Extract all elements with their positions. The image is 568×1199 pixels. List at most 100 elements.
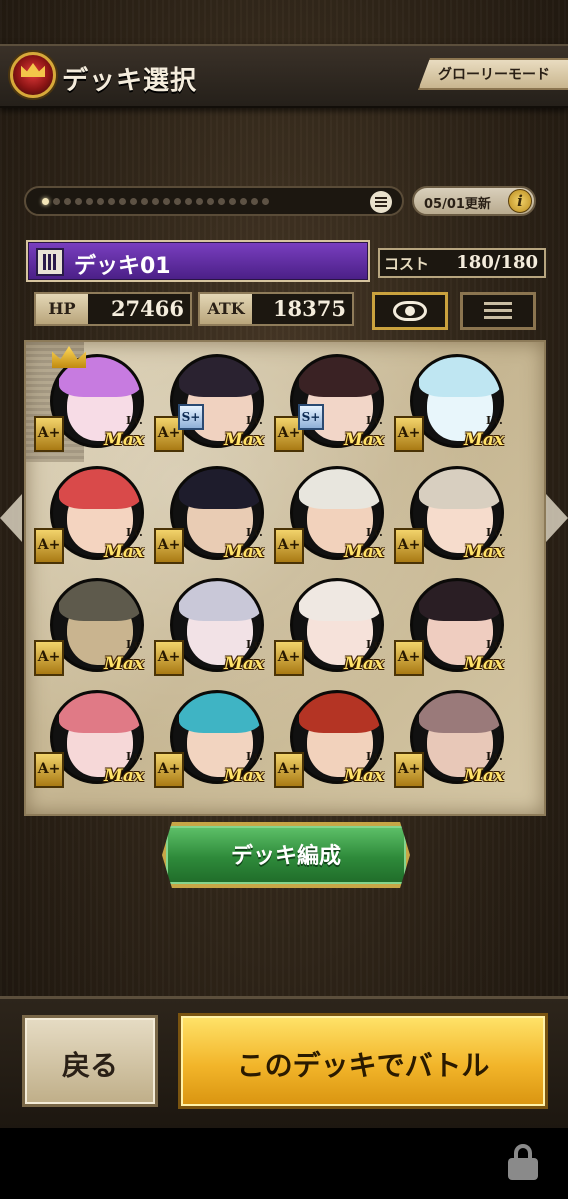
level-max-label: Max bbox=[464, 654, 504, 674]
level-max-label: Max bbox=[224, 766, 264, 786]
deck-card[interactable]: A+ Lv. Max bbox=[32, 684, 150, 794]
view-detail-button[interactable] bbox=[372, 292, 448, 330]
deck-card[interactable]: A+ Lv. Max bbox=[392, 348, 510, 458]
deck-name-bar[interactable]: デッキ01 bbox=[26, 240, 370, 282]
level-max-label: Max bbox=[344, 766, 384, 786]
page-dot bbox=[218, 198, 225, 205]
page-dot bbox=[251, 198, 258, 205]
atk-label: ATK bbox=[200, 294, 252, 324]
page-dot bbox=[108, 198, 115, 205]
level-max-label: Max bbox=[464, 430, 504, 450]
level-label: Lv. bbox=[366, 414, 383, 427]
rank-badge: A+ bbox=[274, 640, 304, 676]
battle-label: このデッキでバトル bbox=[236, 1049, 490, 1082]
deck-card[interactable]: A+ Lv. Max bbox=[32, 572, 150, 682]
chevron-right-icon[interactable] bbox=[546, 494, 568, 542]
page-dot bbox=[229, 198, 236, 205]
level-max-label: Max bbox=[224, 430, 264, 450]
list-icon[interactable] bbox=[370, 191, 392, 213]
deck-card[interactable]: A+ Lv. Max bbox=[272, 684, 390, 794]
level-max-label: Max bbox=[224, 654, 264, 674]
deck-card[interactable]: A+ Lv. Max bbox=[152, 572, 270, 682]
page-dot bbox=[130, 198, 137, 205]
level-max-label: Max bbox=[344, 542, 384, 562]
extra-rank-badge: S+ bbox=[178, 404, 204, 430]
page-dot bbox=[207, 198, 214, 205]
rank-badge: A+ bbox=[34, 640, 64, 676]
back-button[interactable]: 戻る bbox=[22, 1015, 158, 1107]
leader-crown-icon bbox=[52, 346, 86, 368]
atk-value: 18375 bbox=[272, 296, 346, 321]
page-dot bbox=[64, 198, 71, 205]
level-label: Lv. bbox=[366, 638, 383, 651]
page-dot bbox=[42, 198, 49, 205]
update-badge[interactable]: 05/01更新 i bbox=[412, 186, 536, 216]
page-dot bbox=[196, 198, 203, 205]
page-dot bbox=[75, 198, 82, 205]
page-dot bbox=[262, 198, 269, 205]
page-dot bbox=[97, 198, 104, 205]
deck-card[interactable]: A+ Lv. Max bbox=[152, 684, 270, 794]
cost-label: コスト bbox=[384, 255, 430, 273]
lock-icon[interactable] bbox=[508, 1144, 538, 1180]
deck-edit-label: デッキ編成 bbox=[230, 844, 341, 869]
deck-edit-button[interactable]: デッキ編成 bbox=[162, 822, 410, 888]
deck-card[interactable]: A+ S+ Lv. Max bbox=[152, 348, 270, 458]
deck-card[interactable]: A+ Lv. Max bbox=[392, 572, 510, 682]
page-dot bbox=[174, 198, 181, 205]
page-dot bbox=[119, 198, 126, 205]
rank-badge: A+ bbox=[274, 752, 304, 788]
list-view-button[interactable] bbox=[460, 292, 536, 330]
level-label: Lv. bbox=[486, 414, 503, 427]
deck-card[interactable]: A+ Lv. Max bbox=[272, 460, 390, 570]
level-label: Lv. bbox=[126, 526, 143, 539]
page-title: デッキ選択 bbox=[62, 66, 198, 96]
extra-rank-badge: S+ bbox=[298, 404, 324, 430]
atk-stat: ATK 18375 bbox=[198, 292, 354, 326]
page-dot bbox=[163, 198, 170, 205]
deck-card[interactable]: A+ Lv. Max bbox=[392, 684, 510, 794]
cost-display: コスト 180/180 bbox=[378, 248, 546, 278]
rank-badge: A+ bbox=[394, 528, 424, 564]
level-label: Lv. bbox=[126, 750, 143, 763]
crown-emblem-icon bbox=[10, 52, 56, 98]
level-label: Lv. bbox=[246, 414, 263, 427]
level-label: Lv. bbox=[246, 750, 263, 763]
deck-card[interactable]: A+ Lv. Max bbox=[152, 460, 270, 570]
deck-page-indicator[interactable] bbox=[24, 186, 404, 216]
level-label: Lv. bbox=[246, 526, 263, 539]
deck-card[interactable]: A+ Lv. Max bbox=[392, 460, 510, 570]
rank-badge: A+ bbox=[154, 528, 184, 564]
level-label: Lv. bbox=[486, 750, 503, 763]
level-label: Lv. bbox=[126, 414, 143, 427]
deck-name: デッキ01 bbox=[74, 254, 171, 279]
hp-value: 27466 bbox=[110, 296, 184, 321]
deck-card[interactable]: A+ Lv. Max bbox=[272, 572, 390, 682]
eye-icon bbox=[393, 301, 427, 321]
level-max-label: Max bbox=[464, 766, 504, 786]
page-dot bbox=[86, 198, 93, 205]
chevron-left-icon[interactable] bbox=[0, 494, 22, 542]
card-board: A+ Lv. Max A+ S+ Lv. Max A+ S+ Lv. Max A+ Lv. Max A+ Lv… bbox=[24, 340, 546, 816]
deck-card[interactable]: A+ S+ Lv. Max bbox=[272, 348, 390, 458]
level-max-label: Max bbox=[224, 542, 264, 562]
rank-badge: A+ bbox=[34, 752, 64, 788]
rank-badge: A+ bbox=[394, 640, 424, 676]
cost-value: 180/180 bbox=[456, 252, 538, 273]
rank-badge: A+ bbox=[274, 528, 304, 564]
page-dot bbox=[53, 198, 60, 205]
page-dot bbox=[141, 198, 148, 205]
menu-lines-icon bbox=[484, 302, 512, 320]
glory-mode-button[interactable]: グローリーモード bbox=[418, 58, 568, 90]
level-label: Lv. bbox=[366, 526, 383, 539]
level-label: Lv. bbox=[126, 638, 143, 651]
bottom-action-bar: 戻る このデッキでバトル bbox=[0, 996, 568, 1128]
battle-with-deck-button[interactable]: このデッキでバトル bbox=[178, 1013, 548, 1109]
info-icon[interactable]: i bbox=[508, 189, 532, 213]
level-max-label: Max bbox=[344, 430, 384, 450]
deck-card[interactable]: A+ Lv. Max bbox=[32, 346, 150, 458]
level-max-label: Max bbox=[464, 542, 504, 562]
deck-card[interactable]: A+ Lv. Max bbox=[32, 460, 150, 570]
page-dots bbox=[42, 198, 269, 205]
rank-badge: A+ bbox=[34, 416, 64, 452]
